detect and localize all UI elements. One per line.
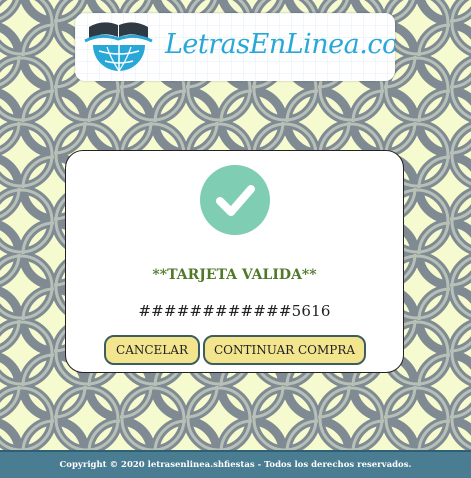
site-logo[interactable]: LetrasEnLinea.com: [75, 13, 395, 81]
book-globe-icon: [84, 22, 153, 72]
logo-text: LetrasEnLinea.com: [165, 29, 395, 60]
card-validation-dialog: **TARJETA VALIDA** ############5616 CANC…: [65, 150, 404, 373]
footer: Copyright © 2020 letrasenlinea.shfiestas…: [0, 450, 471, 478]
continue-purchase-button[interactable]: CONTINUAR COMPRA: [203, 335, 366, 365]
status-message: **TARJETA VALIDA**: [152, 267, 317, 283]
masked-card-number: ############5616: [138, 302, 331, 320]
cancel-button[interactable]: CANCELAR: [104, 335, 200, 365]
copyright-text: Copyright © 2020 letrasenlinea.shfiestas…: [59, 460, 412, 470]
check-icon: [200, 165, 270, 235]
